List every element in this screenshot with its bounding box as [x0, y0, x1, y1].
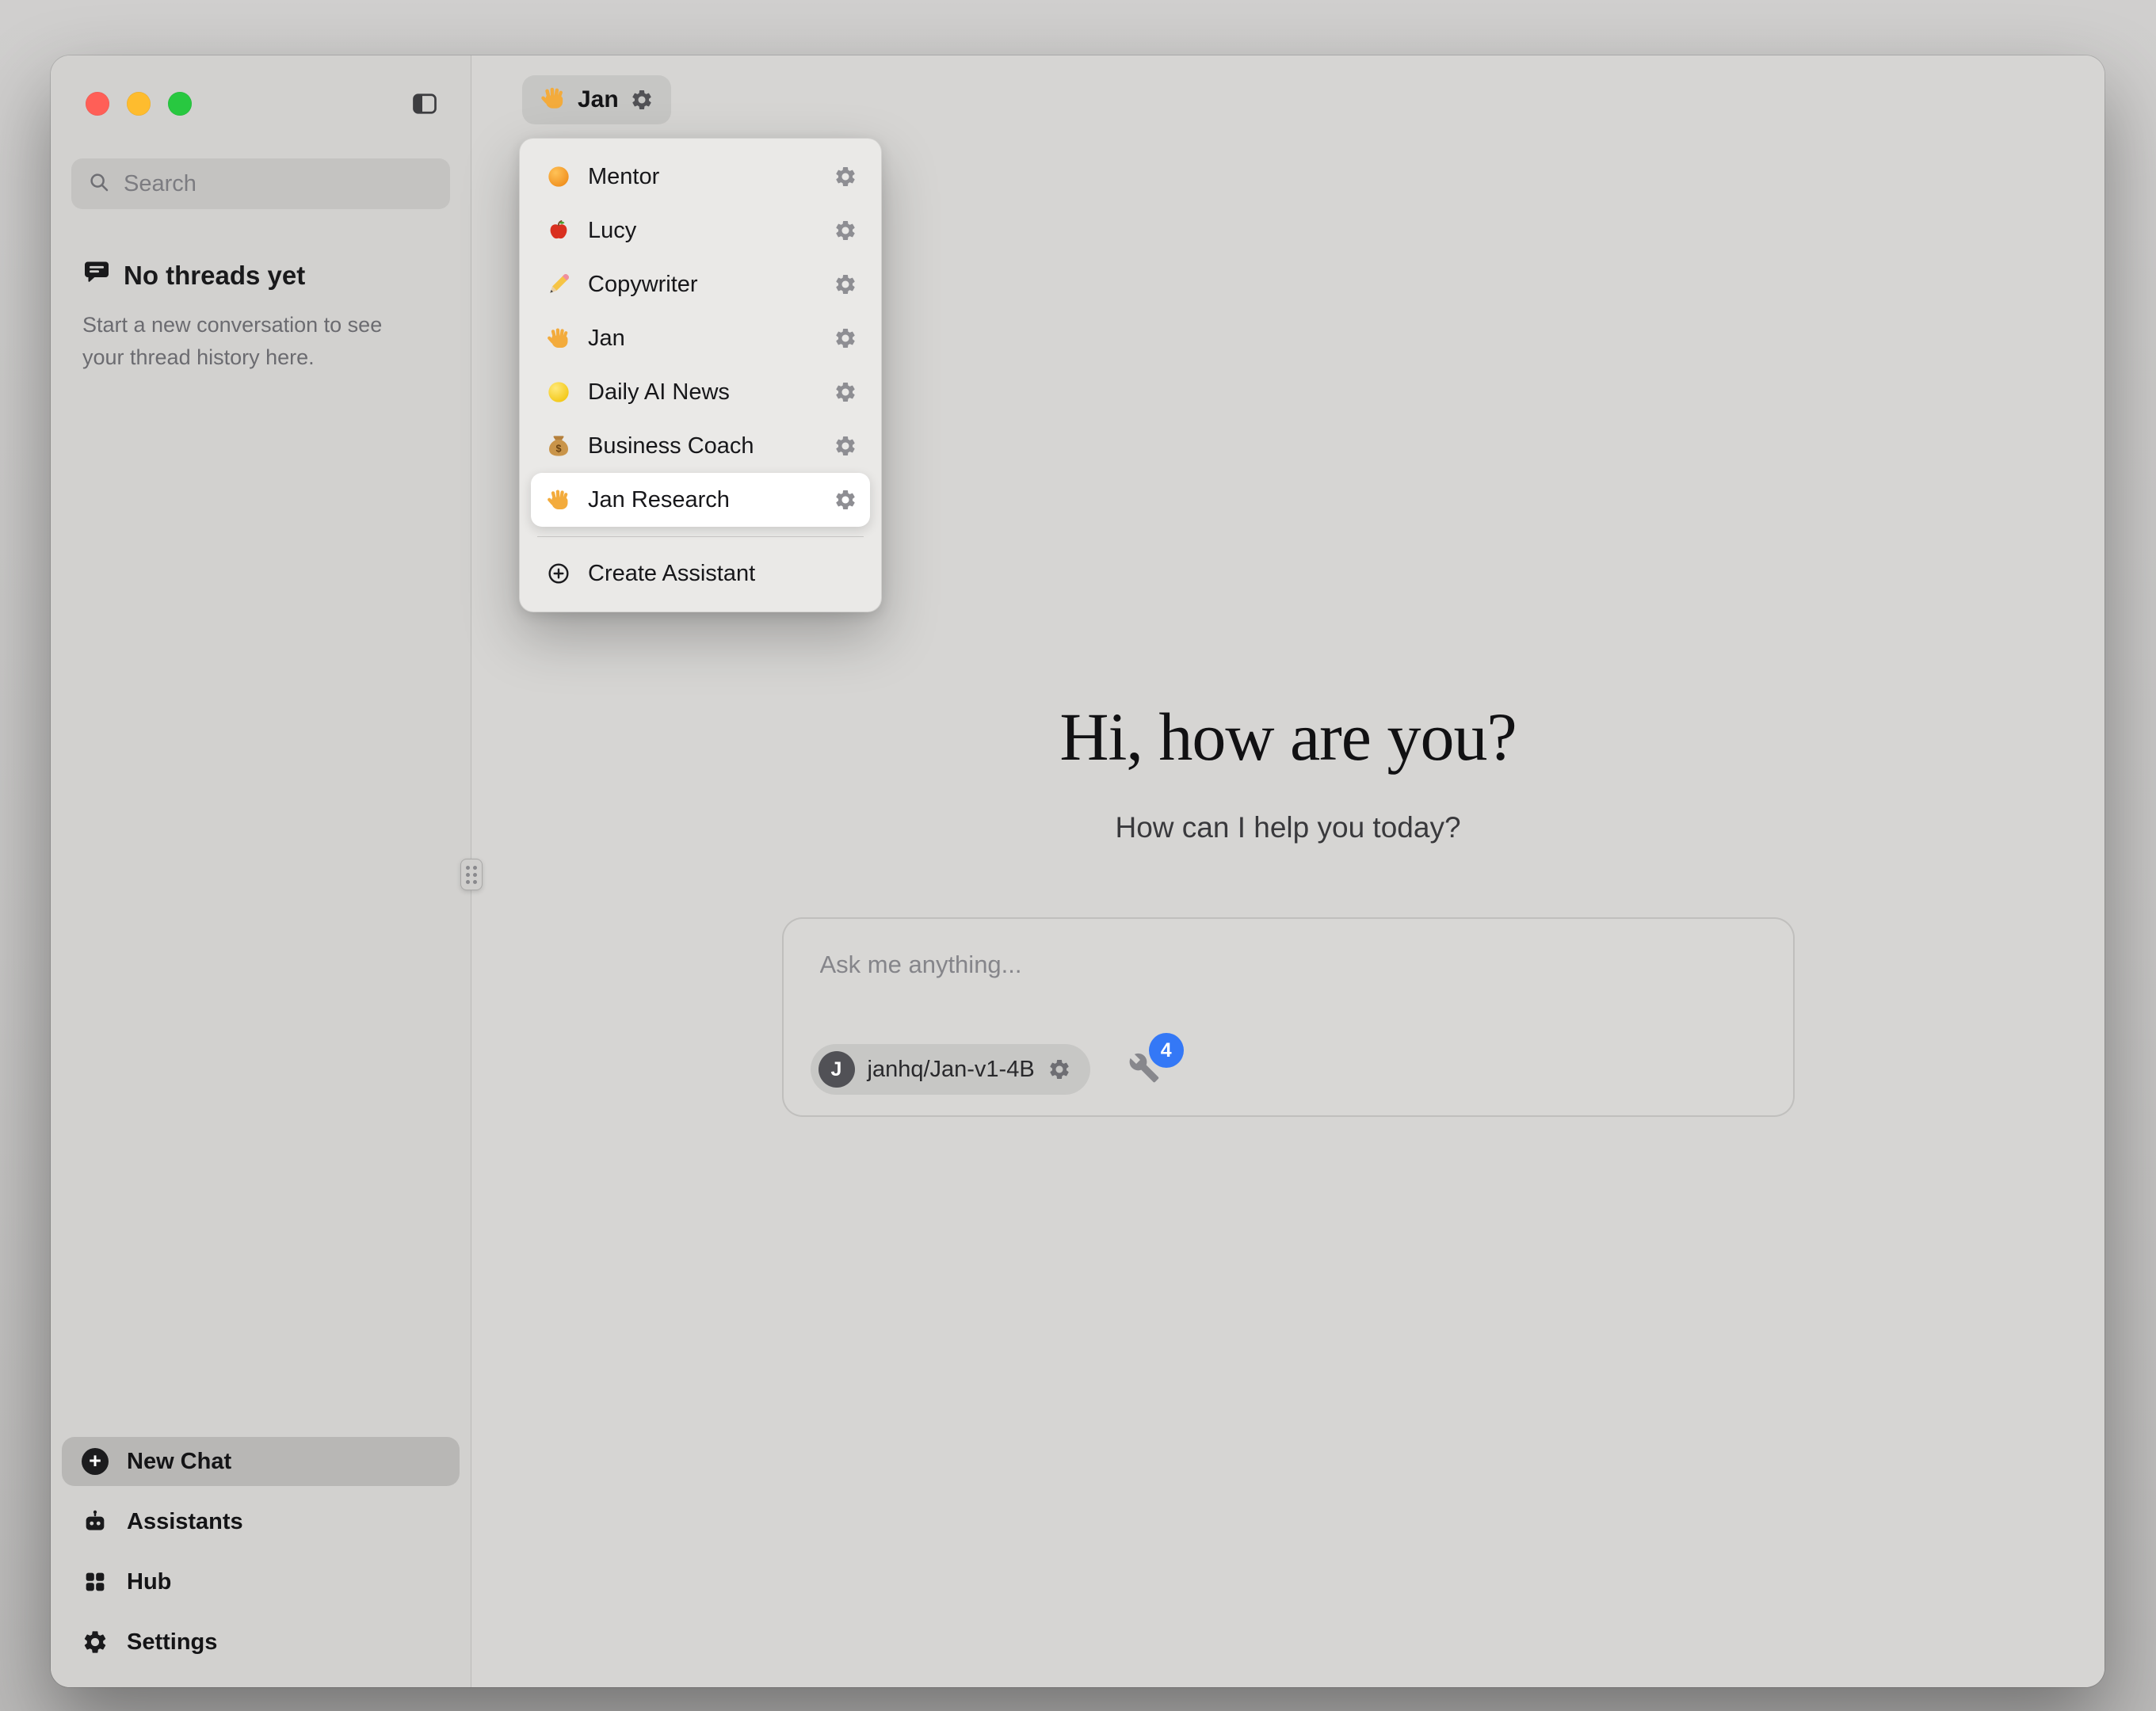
- close-window-button[interactable]: [86, 92, 109, 116]
- greeting-subtitle: How can I help you today?: [471, 811, 2104, 844]
- wave-emoji-icon: [544, 487, 574, 513]
- sidebar-item-assistants[interactable]: Assistants: [62, 1497, 460, 1546]
- sidebar-item-settings[interactable]: Settings: [62, 1618, 460, 1667]
- model-selector-button[interactable]: J janhq/Jan-v1-4B: [811, 1044, 1090, 1095]
- chat-input[interactable]: [819, 941, 1758, 989]
- menu-item-jan[interactable]: Jan: [531, 311, 870, 365]
- new-chat-button[interactable]: + New Chat: [62, 1437, 460, 1486]
- app-window: No threads yet Start a new conversation …: [51, 55, 2104, 1687]
- menu-item-lucy[interactable]: Lucy: [531, 204, 870, 257]
- model-settings-icon[interactable]: [1047, 1057, 1071, 1081]
- model-avatar: J: [819, 1051, 855, 1088]
- empty-state-description: Start a new conversation to see your thr…: [82, 309, 447, 373]
- gear-icon: [81, 1628, 109, 1656]
- search-icon: [87, 170, 111, 198]
- gear-icon[interactable]: [834, 434, 857, 458]
- nav-label: Hub: [127, 1569, 171, 1595]
- nav-label: Assistants: [127, 1509, 243, 1535]
- menu-item-mentor[interactable]: Mentor: [531, 150, 870, 204]
- empty-state-title: No threads yet: [124, 261, 305, 291]
- zoom-window-button[interactable]: [168, 92, 192, 116]
- sidebar-item-hub[interactable]: Hub: [62, 1557, 460, 1606]
- gear-icon[interactable]: [834, 219, 857, 242]
- sidebar-toggle-icon[interactable]: [407, 87, 442, 120]
- gear-icon[interactable]: [834, 488, 857, 512]
- chat-composer: J janhq/Jan-v1-4B 4: [782, 917, 1795, 1117]
- menu-divider: [537, 536, 864, 537]
- model-name: janhq/Jan-v1-4B: [868, 1057, 1035, 1083]
- create-assistant-button[interactable]: Create Assistant: [531, 547, 870, 600]
- nav-label: Settings: [127, 1629, 217, 1656]
- tools-count-badge: 4: [1149, 1033, 1184, 1068]
- gear-icon[interactable]: [834, 272, 857, 296]
- titlebar: [51, 55, 471, 120]
- bot-icon: [81, 1507, 109, 1536]
- menu-item-daily-ai-news[interactable]: Daily AI News: [531, 365, 870, 419]
- gear-icon[interactable]: [834, 165, 857, 189]
- gear-icon[interactable]: [834, 326, 857, 350]
- apple-emoji-icon: [544, 218, 574, 243]
- sidebar-resize-handle[interactable]: [460, 859, 483, 890]
- wave-emoji-icon: [544, 326, 574, 351]
- pencil-emoji-icon: [544, 272, 574, 297]
- window-controls: [86, 92, 192, 116]
- chat-bubble-icon: [82, 258, 111, 293]
- moneybag-emoji-icon: [544, 433, 574, 459]
- circle-plus-icon: [544, 561, 574, 586]
- greeting-title: Hi, how are you?: [471, 697, 2104, 776]
- search-field[interactable]: [71, 158, 450, 209]
- menu-item-copywriter[interactable]: Copywriter: [531, 257, 870, 311]
- search-input[interactable]: [122, 170, 434, 198]
- composer-toolbar: J janhq/Jan-v1-4B 4: [811, 1044, 1162, 1095]
- menu-item-jan-research[interactable]: Jan Research: [531, 473, 870, 527]
- threads-empty-state: No threads yet Start a new conversation …: [51, 258, 471, 373]
- main-panel: Jan Mentor Lucy: [471, 55, 2104, 1687]
- plus-circle-icon: +: [81, 1447, 109, 1476]
- nav-label: New Chat: [127, 1449, 231, 1475]
- gear-icon[interactable]: [834, 380, 857, 404]
- menu-item-business-coach[interactable]: Business Coach: [531, 419, 870, 473]
- orange-circle-emoji-icon: [544, 164, 574, 189]
- assistant-dropdown-menu: Mentor Lucy Copywriter Jan: [519, 138, 882, 612]
- minimize-window-button[interactable]: [127, 92, 151, 116]
- grid-icon: [81, 1568, 109, 1596]
- sidebar: No threads yet Start a new conversation …: [51, 55, 471, 1687]
- desktop-background: No threads yet Start a new conversation …: [0, 0, 2156, 1711]
- tools-button[interactable]: 4: [1127, 1052, 1162, 1087]
- sidebar-nav: + New Chat Assistants Hub: [51, 1437, 471, 1687]
- yellow-circle-emoji-icon: [544, 379, 574, 405]
